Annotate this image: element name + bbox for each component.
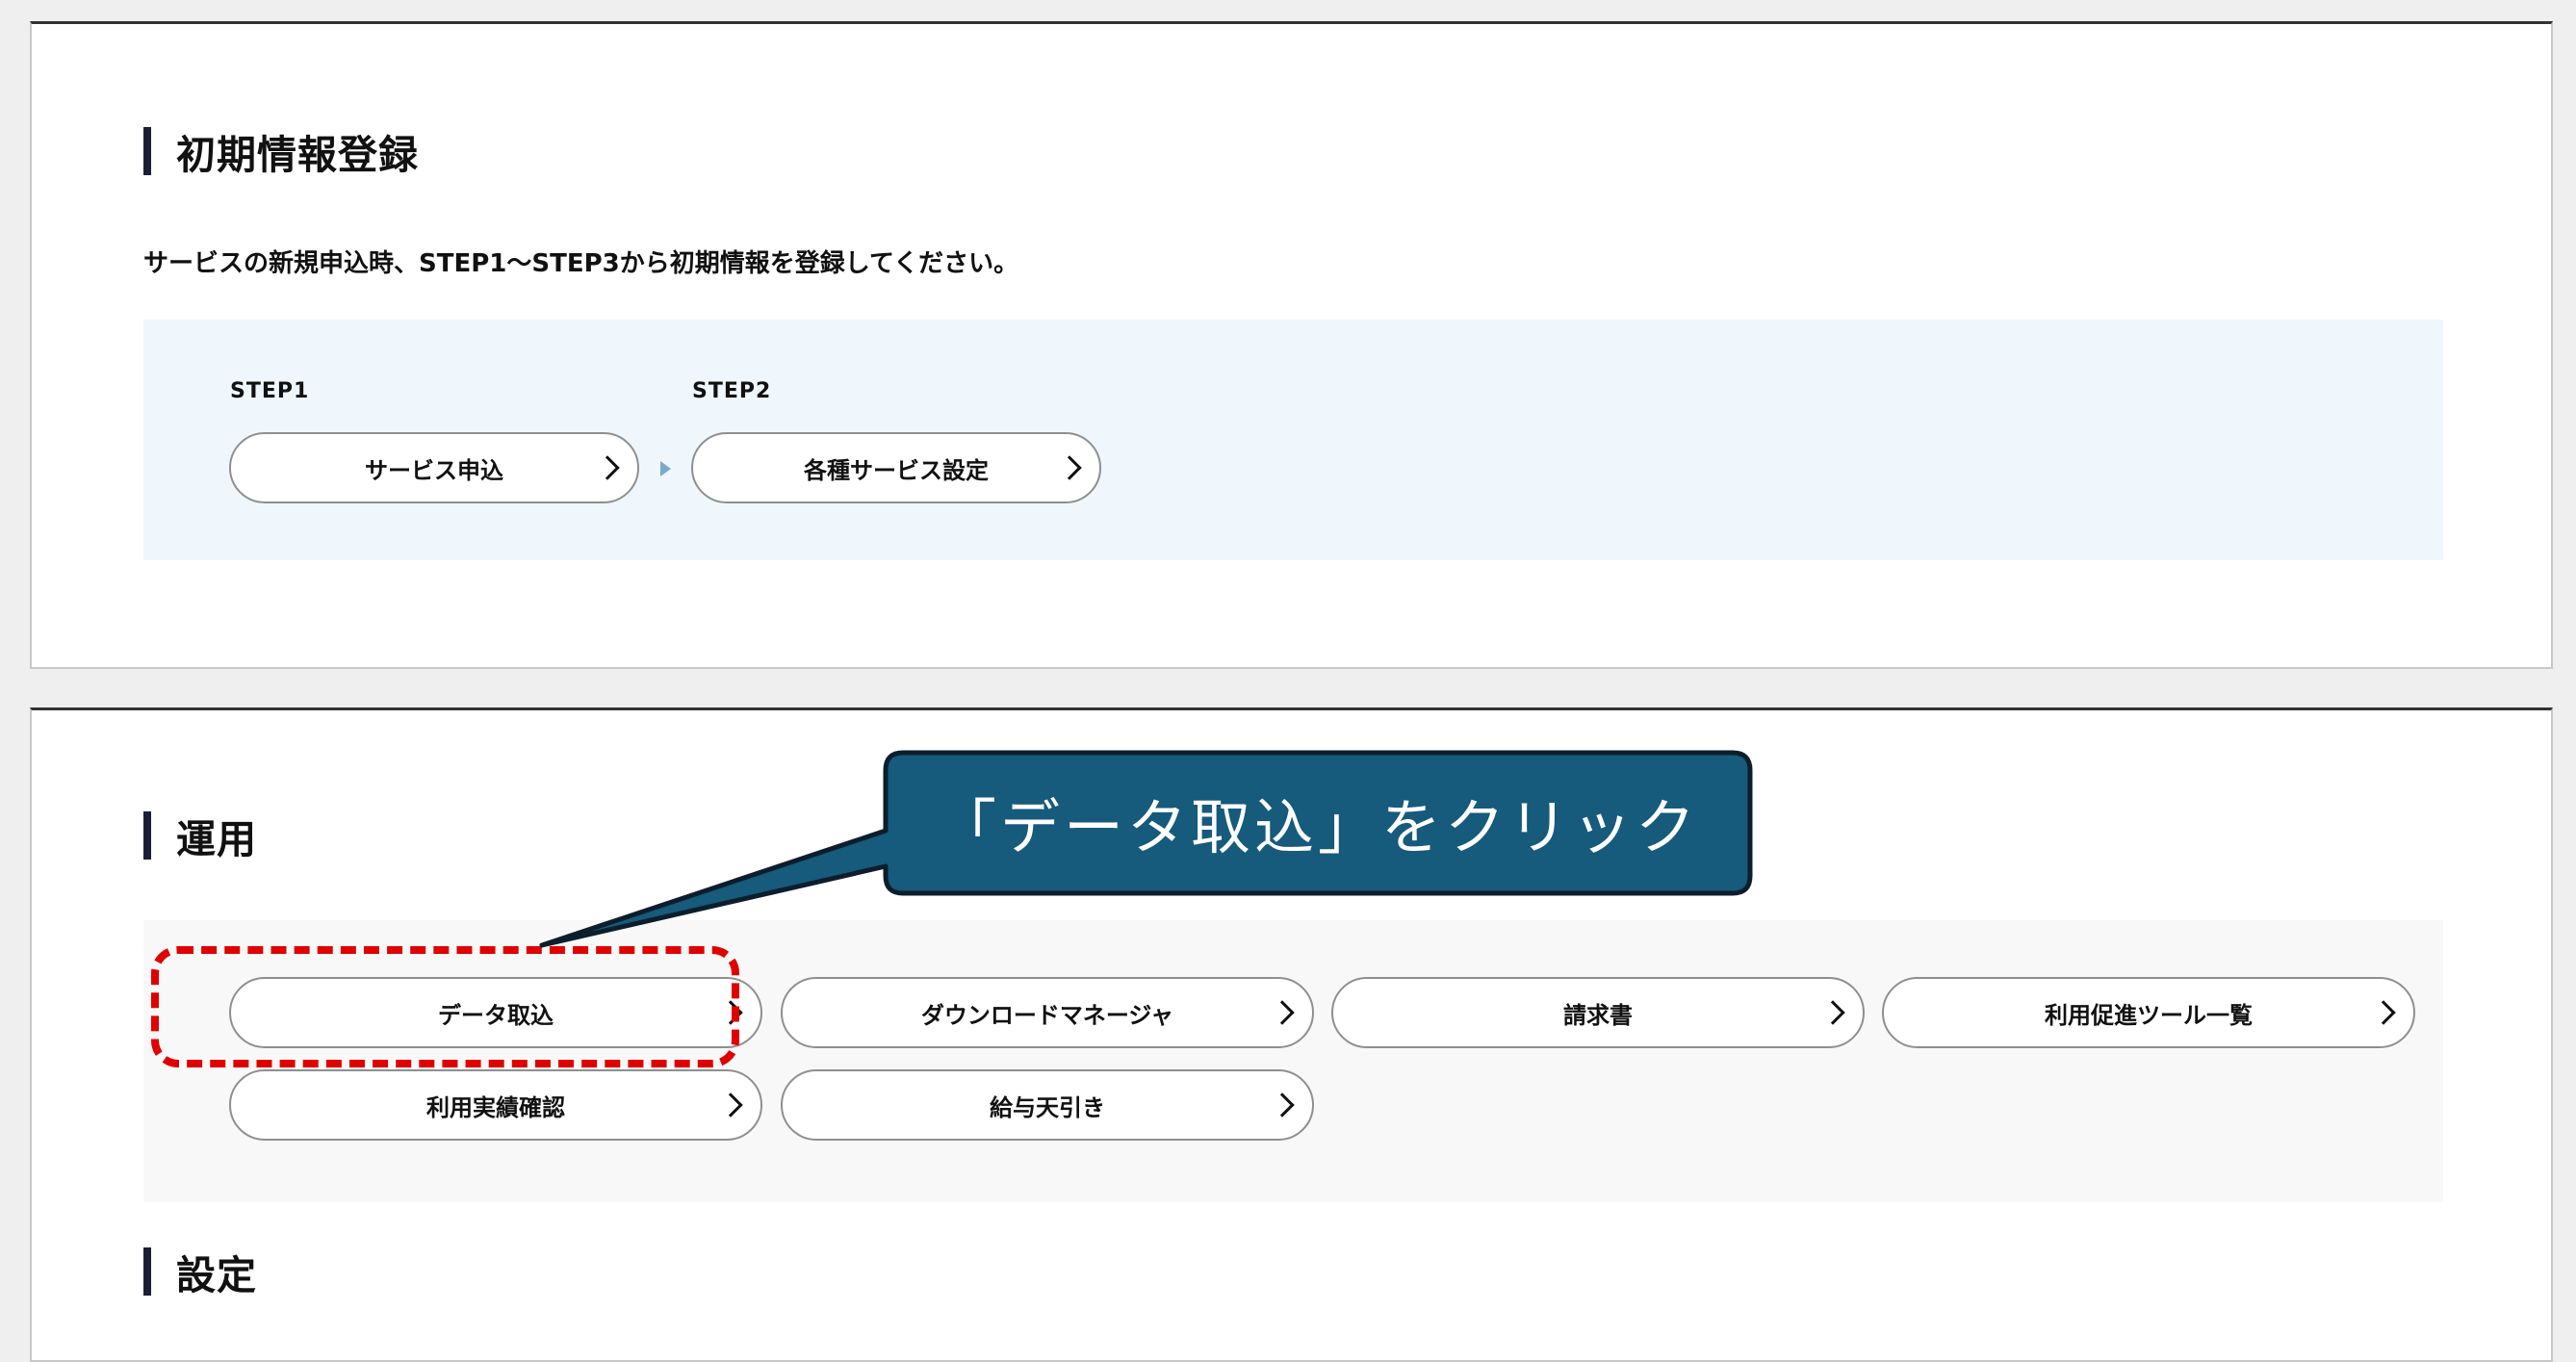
initial-setup-description: サービスの新規申込時、STEP1〜STEP3から初期情報を登録してください。 xyxy=(143,249,1019,278)
chevron-right-icon xyxy=(718,1092,743,1118)
initial-setup-heading: 初期情報登録 xyxy=(143,127,419,178)
payroll-deduction-label: 給与天引き xyxy=(990,1093,1105,1121)
heading-bar xyxy=(143,811,151,860)
settings-heading: 設定 xyxy=(143,1247,257,1298)
chevron-right-icon xyxy=(1270,1092,1295,1118)
settings-title: 設定 xyxy=(176,1252,257,1298)
chevron-right-icon xyxy=(2371,1000,2396,1025)
payroll-deduction-button[interactable]: 給与天引き xyxy=(781,1069,1314,1141)
download-manager-button[interactable]: ダウンロードマネージャ xyxy=(781,977,1314,1048)
callout-text: 「データ取込」をクリック xyxy=(936,792,1699,862)
invoice-label: 請求書 xyxy=(1563,1001,1633,1029)
initial-setup-panel: 初期情報登録 サービスの新規申込時、STEP1〜STEP3から初期情報を登録して… xyxy=(30,21,2553,669)
heading-bar xyxy=(143,1247,151,1296)
service-settings-label: 各種サービス設定 xyxy=(804,456,989,484)
download-manager-label: ダウンロードマネージャ xyxy=(920,1001,1174,1029)
service-settings-button[interactable]: 各種サービス設定 xyxy=(691,432,1101,503)
step-box: STEP1 サービス申込 STEP2 各種サービス設定 xyxy=(143,320,2443,560)
chevron-right-icon xyxy=(1057,455,1082,480)
usage-results-button[interactable]: 利用実績確認 xyxy=(229,1069,762,1141)
data-import-button[interactable]: データ取込 xyxy=(229,977,762,1048)
chevron-right-icon xyxy=(1270,1000,1295,1025)
operations-heading: 運用 xyxy=(143,811,257,862)
step-arrow-icon xyxy=(660,461,671,476)
heading-bar xyxy=(143,127,151,175)
promotion-tools-label: 利用促進ツール一覧 xyxy=(2045,1001,2253,1029)
service-application-label: サービス申込 xyxy=(365,456,503,484)
invoice-button[interactable]: 請求書 xyxy=(1331,977,1865,1048)
chevron-right-icon xyxy=(1820,1000,1845,1025)
service-application-button[interactable]: サービス申込 xyxy=(229,432,639,503)
step2-label: STEP2 xyxy=(692,379,772,403)
operations-title: 運用 xyxy=(176,816,257,862)
initial-setup-title: 初期情報登録 xyxy=(176,132,419,178)
promotion-tools-button[interactable]: 利用促進ツール一覧 xyxy=(1882,977,2415,1048)
operations-box: データ取込 ダウンロードマネージャ 請求書 利用促進ツール一覧 利用実績確認 給… xyxy=(143,920,2443,1202)
usage-results-label: 利用実績確認 xyxy=(426,1093,565,1121)
step1-label: STEP1 xyxy=(230,379,310,403)
chevron-right-icon xyxy=(595,455,620,480)
data-import-label: データ取込 xyxy=(438,1001,554,1029)
chevron-right-icon xyxy=(718,1000,743,1025)
